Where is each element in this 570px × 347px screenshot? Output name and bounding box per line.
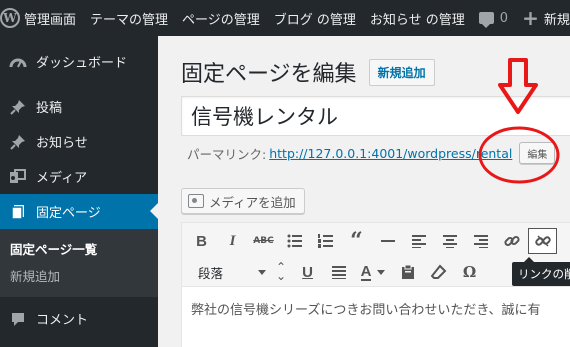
justify-icon[interactable] (323, 258, 354, 286)
comment-icon (478, 12, 494, 28)
page-title: 固定ページを編集 (181, 62, 357, 87)
adminbar-item[interactable]: テーマの管理 (83, 0, 175, 36)
chevron-down-icon (258, 269, 266, 275)
menu-label: お知らせ (36, 136, 88, 151)
horizontal-line-icon[interactable] (372, 227, 403, 255)
updown-arrows-icon: ⌃ ⌄ (276, 260, 287, 283)
pin-icon (0, 134, 36, 150)
dashboard-icon (0, 55, 36, 69)
adminbar-item[interactable]: 管理画面 (20, 0, 83, 36)
strikethrough-icon[interactable]: ABC (248, 227, 279, 255)
omega-icon[interactable]: Ω (454, 258, 485, 286)
align-right-icon[interactable] (465, 227, 496, 255)
page-header: 固定ページを編集 新規追加 (181, 56, 435, 88)
menu-label: ダッシュボード (36, 56, 128, 71)
content-text[interactable]: 弊社の信号機シリーズにつきお問い合わせいただき、誠に有 (182, 287, 570, 330)
italic-icon[interactable]: I (217, 227, 248, 255)
menu-item-media[interactable]: メディア (0, 159, 158, 194)
plus-icon: + (522, 6, 539, 30)
new-content-link[interactable]: + 新規 (515, 0, 570, 36)
comments-link[interactable]: 0 (472, 0, 515, 36)
text-color-icon[interactable]: A (354, 258, 392, 286)
comment-icon (0, 311, 36, 327)
add-media-label: メディアを追加 (209, 194, 296, 210)
submenu-all-pages[interactable]: 固定ページ一覧 (0, 235, 158, 262)
menu-label: コメント (36, 313, 89, 328)
unlink-tooltip: リンクの削 (512, 257, 570, 286)
adminbar-item[interactable]: ページの管理 (175, 0, 267, 36)
permalink-edit-button[interactable]: 編集 (519, 142, 556, 164)
menu-item-pages[interactable]: 固定ページ (0, 194, 158, 229)
post-title-input[interactable]: 信号機レンタル (181, 96, 570, 136)
permalink-row: パーマリンク: http://127.0.0.1:4001/wordpress/… (187, 142, 556, 164)
numbered-list-icon[interactable] (310, 227, 341, 255)
permalink-url[interactable]: http://127.0.0.1:4001/wordpress/rental (269, 146, 512, 161)
wordpress-logo-icon[interactable]: W (0, 0, 20, 36)
add-media-button[interactable]: メディアを追加 (181, 188, 305, 214)
format-select[interactable]: 段落 (190, 260, 270, 284)
page-icon (0, 204, 36, 220)
new-content-label: 新規 (543, 12, 570, 28)
media-icon (188, 194, 204, 208)
admin-sidebar: ダッシュボード 投稿 お知らせ メディア 固定ページ 固定ページ一覧 新規追加 … (0, 36, 158, 347)
menu-label: 投稿 (36, 101, 63, 116)
align-center-icon[interactable] (434, 227, 465, 255)
menu-item-posts[interactable]: 投稿 (0, 89, 158, 124)
align-left-icon[interactable] (403, 227, 434, 255)
blockquote-icon[interactable]: “ (341, 227, 372, 255)
paste-text-icon[interactable] (392, 258, 423, 286)
link-icon[interactable] (496, 227, 527, 255)
toolbar-row-1: B I ABC “ (186, 225, 558, 257)
media-icon (0, 168, 36, 185)
permalink-label: パーマリンク: (187, 146, 267, 162)
menu-item-comments[interactable]: コメント (0, 301, 158, 336)
toolbar-row-2: 段落 ⌃ ⌄ U A Ω (186, 256, 485, 288)
adminbar-item[interactable]: お知らせ の管理 (363, 0, 472, 36)
bulleted-list-icon[interactable] (279, 227, 310, 255)
admin-bar: W 管理画面 テーマの管理 ページの管理 ブログ の管理 お知らせ の管理 0 … (0, 0, 570, 36)
unlink-icon[interactable] (528, 228, 557, 254)
bold-icon[interactable]: B (186, 227, 217, 255)
menu-label: 固定ページ (36, 206, 101, 221)
pages-submenu: 固定ページ一覧 新規追加 (0, 229, 158, 297)
clear-formatting-icon[interactable] (423, 258, 454, 286)
format-select-value: 段落 (198, 265, 224, 281)
add-new-button[interactable]: 新規追加 (368, 58, 435, 86)
menu-item-dashboard[interactable]: ダッシュボード (0, 44, 158, 79)
submenu-add-new[interactable]: 新規追加 (0, 262, 158, 289)
adminbar-item[interactable]: ブログ の管理 (267, 0, 363, 36)
menu-label: メディア (36, 171, 88, 186)
comment-count: 0 (499, 10, 509, 26)
underline-icon[interactable]: U (292, 258, 323, 286)
menu-item-news[interactable]: お知らせ (0, 124, 158, 159)
pin-icon (0, 99, 36, 115)
